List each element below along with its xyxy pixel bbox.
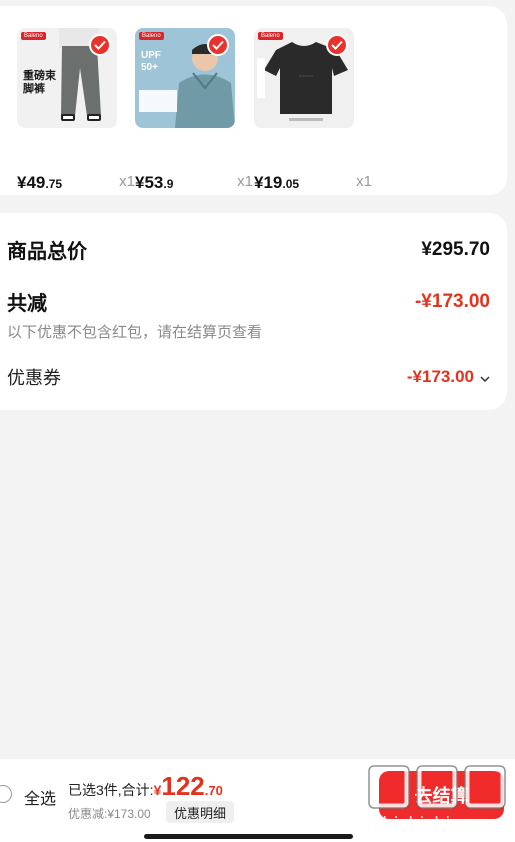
- select-all-radio[interactable]: [0, 785, 12, 803]
- checkmark-icon[interactable]: [89, 34, 111, 56]
- selected-total: 已选3件,合计: ¥ 122 .70: [68, 771, 223, 802]
- total-reduction-row: 共减 -¥173.00: [7, 287, 490, 316]
- coupon-value-wrap[interactable]: -¥173.00: [407, 367, 490, 387]
- product-image-tshirt[interactable]: ~~~~~ Baleno: [254, 28, 354, 128]
- product-price-int: ¥19: [254, 173, 283, 192]
- product-price-dec: .9: [163, 177, 174, 191]
- total-amount-int: 122: [161, 771, 205, 801]
- checkmark-icon[interactable]: [207, 34, 229, 56]
- product-price-row: ¥53 .9 x1: [135, 173, 253, 197]
- product-price-row: ¥19 .05 x1: [254, 173, 372, 197]
- product-quantity: x1: [237, 173, 253, 190]
- total-price-row: 商品总价 ¥295.70: [7, 235, 490, 264]
- select-all-label[interactable]: 全选: [24, 785, 56, 809]
- currency-symbol: ¥: [153, 782, 162, 798]
- product-item-jacket[interactable]: Baleno UPF 50+ ¥53 .9 x1: [135, 28, 253, 192]
- discount-amount: 优惠减:¥173.00: [68, 807, 151, 821]
- total-reduction-value: -¥173.00: [414, 290, 490, 312]
- discount-detail-button[interactable]: 优惠明细: [166, 801, 235, 823]
- brand-logo: Baleno: [21, 32, 46, 40]
- brand-logo: Baleno: [258, 32, 283, 40]
- product-image-pants[interactable]: Baleno 重磅束脚裤: [17, 28, 117, 128]
- product-tag-text: 重磅束脚裤: [23, 70, 56, 95]
- product-price-dec: .05: [282, 177, 300, 191]
- price-summary-card: 商品总价 ¥295.70 共减 -¥173.00 以下优惠不包含红包，请在结算页…: [0, 213, 507, 410]
- product-quantity: x1: [356, 173, 372, 190]
- checkout-bar: 全选 已选3件,合计: ¥ 122 .70 优惠减:¥173.00 优惠明细 去…: [0, 759, 515, 842]
- selected-count-text: 已选3件,合计:: [68, 782, 154, 798]
- discount-note: 以下优惠不包含红包，请在结算页查看: [7, 324, 263, 341]
- selected-products-card: Baleno 重磅束脚裤 ¥49 .75 x1 Baleno UPF 50+ ¥…: [0, 6, 507, 195]
- home-indicator[interactable]: [144, 834, 353, 839]
- total-reduction-label: 共减: [7, 293, 47, 315]
- product-item-pants[interactable]: Baleno 重磅束脚裤 ¥49 .75 x1: [17, 28, 135, 192]
- total-amount-dec: .70: [204, 783, 223, 798]
- product-price-int: ¥49: [17, 173, 46, 192]
- total-price-value: ¥295.70: [421, 238, 490, 260]
- product-price-int: ¥53: [135, 173, 164, 192]
- product-price-row: ¥49 .75 x1: [17, 173, 135, 197]
- product-price-dec: .75: [45, 177, 63, 191]
- upf-badge: UPF 50+: [141, 50, 161, 73]
- checkmark-icon[interactable]: [326, 34, 348, 56]
- coupon-value: -¥173.00: [406, 367, 474, 386]
- chevron-down-icon[interactable]: [480, 367, 490, 387]
- total-price-label: 商品总价: [7, 241, 87, 263]
- product-image-jacket[interactable]: Baleno UPF 50+: [135, 28, 235, 128]
- product-item-tshirt[interactable]: ~~~~~ Baleno ¥19 .05 x1: [254, 28, 372, 192]
- coupon-row[interactable]: 优惠券 -¥173.00: [7, 364, 490, 390]
- checkout-button[interactable]: 去结算: [379, 771, 504, 819]
- svg-text:~~~~~: ~~~~~: [299, 74, 314, 80]
- product-quantity: x1: [119, 173, 135, 190]
- coupon-label: 优惠券: [7, 368, 61, 388]
- brand-logo: Baleno: [139, 32, 164, 40]
